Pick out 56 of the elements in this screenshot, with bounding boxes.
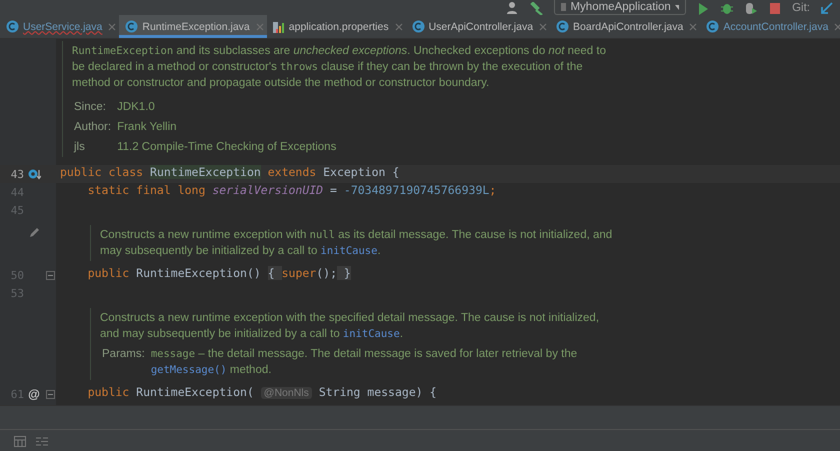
field-token: serialVersionUID (212, 183, 324, 197)
code-token: RuntimeException (150, 165, 261, 179)
rendered-doc-comment: RuntimeException and its subclasses are unchecked exceptions. Unchecked exceptions do not need to be declared in a method or constructor's throws clause if they can be thrown by the execution of the method or constructor and propagate outside the method or constructor boundary. Since: JDK1.0 Author: Frank Yellin jls 11.2 Compile-Time Checking of Exceptions (62, 41, 617, 157)
class-icon (412, 20, 425, 33)
keyword-token: static final long (86, 183, 206, 197)
hammer-icon[interactable] (530, 2, 544, 15)
folded-code: { (268, 266, 282, 280)
code-token: = (329, 183, 338, 197)
class-icon (706, 20, 720, 33)
code-token: RuntimeException( (136, 385, 255, 399)
grid-icon[interactable] (14, 436, 26, 446)
keyword-token: extends (266, 165, 318, 179)
fold-icon[interactable] (46, 390, 54, 398)
code-token: Exception { (323, 165, 400, 179)
folded-code: } (337, 266, 351, 280)
fold-icon[interactable] (46, 270, 54, 280)
keyword-token: public class (60, 165, 144, 179)
editor-tab[interactable]: AccountController.java (700, 15, 840, 38)
rendered-doc-comment: Constructs a new runtime exception with null as its detail message. The cause is not initialized, and may subsequently be initialized by a call to initCause. (90, 225, 620, 261)
pencil-icon[interactable] (28, 227, 40, 238)
implemented-icon[interactable] (28, 168, 40, 180)
parameter-hint: @NonNls (260, 387, 312, 399)
caret-icon (674, 4, 680, 10)
window-icon (561, 3, 566, 11)
number-token: -7034897190745766939L (344, 183, 490, 197)
arrow-icon[interactable] (820, 2, 834, 15)
editor-tab[interactable]: UserService.java (0, 15, 120, 38)
editor-tab[interactable]: application.properties (266, 15, 406, 38)
stop-icon[interactable] (768, 2, 782, 15)
keyword-token: public (86, 266, 130, 280)
rendered-doc-comment: Constructs a new runtime exception with the specified detail message. The cause is not initialized, and may subsequently be initialized by a call to initCause. Params: message – the detail message. The detail message is saved for later retrieval by the getMessage() method. (90, 308, 620, 380)
class-icon (556, 20, 570, 33)
close-icon[interactable] (108, 22, 116, 30)
class-icon (125, 20, 138, 33)
properties-file-icon (272, 20, 285, 33)
close-icon[interactable] (539, 22, 548, 30)
keyword-token: ; (489, 183, 496, 197)
git-label: Git: (792, 1, 810, 15)
code-token: String message) { (318, 385, 437, 399)
annotation-marker[interactable]: @ (28, 387, 40, 401)
editor-tab[interactable]: UserApiController.java (406, 15, 550, 38)
keyword-token: super (282, 266, 316, 280)
bug-icon[interactable] (720, 2, 734, 15)
keyword-token: public (86, 385, 130, 399)
structure-icon[interactable] (36, 436, 48, 446)
close-icon[interactable] (834, 22, 840, 30)
close-icon[interactable] (394, 22, 403, 30)
close-icon[interactable] (256, 22, 264, 30)
code-token: (); (316, 266, 337, 280)
line-number: 43 (10, 168, 24, 180)
editor-tab[interactable]: BoardApiController.java (550, 15, 700, 38)
close-icon[interactable] (689, 22, 698, 30)
editor-tab[interactable]: RuntimeException.java (119, 15, 267, 38)
coverage-icon[interactable] (744, 2, 758, 15)
code-token: RuntimeException() (136, 266, 262, 280)
class-icon (6, 20, 19, 33)
